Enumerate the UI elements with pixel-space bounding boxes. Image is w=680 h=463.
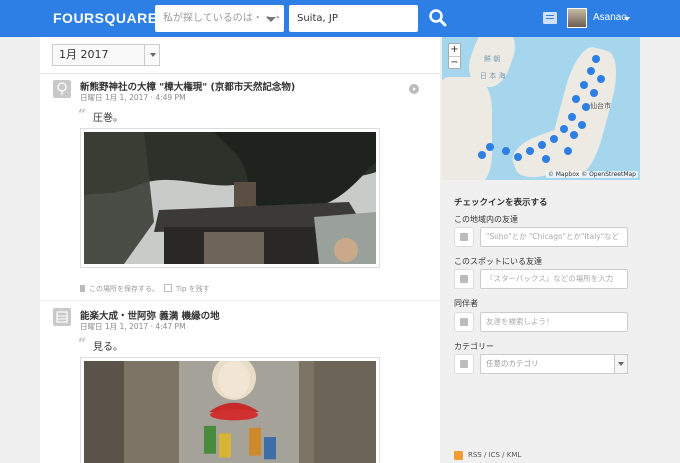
zoom-in-button[interactable]: + — [449, 44, 460, 56]
friends-spot-input[interactable]: 『スターバックス』などの場所を入力 — [480, 269, 628, 289]
theater-category-icon — [53, 308, 71, 326]
save-venue-label: この場所を保存する。 — [89, 285, 159, 293]
checkin-shout: 見る。 — [93, 342, 123, 353]
map-pin[interactable] — [578, 121, 586, 129]
map-zoom-control: + − — [448, 43, 461, 69]
map-pin[interactable] — [572, 95, 580, 103]
month-select-value: 1月 2017 — [59, 48, 109, 61]
top-navigation-bar: FOURSQUARE 私が探しているのは・・・ Suita, JP Asanao — [0, 0, 680, 37]
tree-photo-image — [84, 132, 376, 264]
map-label: 鮮 朝 — [484, 55, 501, 63]
map-pin[interactable] — [582, 103, 590, 111]
checkin-time[interactable]: 日曜日 1月 1, 2017 · 4:49 PM — [80, 92, 186, 103]
search-where-input[interactable]: Suita, JP — [289, 5, 418, 32]
leave-tip-link[interactable]: Tip を残す — [164, 284, 210, 294]
friends-area-input[interactable]: "Soho"とか "Chicago"とか"Italy"など — [480, 227, 628, 247]
map-pin[interactable] — [570, 131, 578, 139]
rss-icon — [454, 451, 463, 460]
quote-icon: “ — [78, 336, 87, 352]
map-pin[interactable] — [538, 141, 546, 149]
map-attribution[interactable]: © Mapbox © OpenStreetMap — [545, 171, 638, 178]
checkin-map[interactable]: 鮮 朝 日 本 海 仙台市 + − © Mapbox © OpenStreetM… — [442, 37, 640, 180]
tree-category-icon — [53, 80, 71, 98]
checkin-time[interactable]: 日曜日 1月 1, 2017 · 4:47 PM — [80, 321, 186, 332]
map-pin[interactable] — [568, 113, 576, 121]
map-label: 日 本 海 — [480, 72, 506, 80]
filter-heading: チェックインを表示する — [454, 198, 548, 208]
divider — [40, 300, 440, 301]
user-menu-chevron-icon[interactable] — [624, 17, 630, 21]
divider — [40, 73, 440, 74]
location-pin-icon — [454, 269, 474, 289]
map-icon — [454, 227, 474, 247]
rss-feed-link[interactable]: RSS / ICS / KML — [468, 451, 521, 459]
search-icon — [429, 9, 447, 27]
foursquare-logo[interactable]: FOURSQUARE — [53, 10, 158, 26]
map-pin[interactable] — [502, 147, 510, 155]
map-pin[interactable] — [580, 81, 588, 89]
chevron-down-icon[interactable] — [266, 17, 276, 22]
search-what-placeholder: 私が探しているのは・・・ — [163, 13, 283, 24]
search-button[interactable] — [426, 6, 450, 30]
search-what-input[interactable]: 私が探しているのは・・・ — [155, 5, 284, 32]
leave-tip-label: Tip を残す — [176, 285, 210, 293]
category-select-value: 任意のカテゴリ — [486, 359, 539, 368]
map-pin[interactable] — [526, 147, 534, 155]
save-venue-link[interactable]: この場所を保存する。 — [80, 284, 159, 294]
map-pin[interactable] — [564, 147, 572, 155]
user-name[interactable]: Asanao — [593, 12, 627, 23]
checkin-photo[interactable] — [80, 128, 380, 268]
map-label: 仙台市 — [590, 102, 611, 110]
quote-icon: “ — [78, 107, 87, 123]
map-pin[interactable] — [542, 155, 550, 163]
checkin-photo[interactable] — [80, 355, 380, 463]
fork-knife-icon — [454, 354, 474, 374]
pencil-icon — [164, 284, 172, 292]
companion-input[interactable]: 友達を検索しよう！ — [480, 312, 628, 332]
checkin-shout: 圧巻。 — [93, 113, 123, 124]
category-select[interactable]: 任意のカテゴリ — [480, 354, 628, 374]
map-pin[interactable] — [514, 153, 522, 161]
avatar[interactable] — [567, 8, 587, 28]
venue-name-link[interactable]: 能楽大成・世阿弥 義満 機縁の地 — [80, 308, 220, 322]
map-pin[interactable] — [550, 135, 558, 143]
bookmark-icon — [80, 285, 85, 292]
companion-label: 同伴者 — [454, 299, 478, 308]
map-pin[interactable] — [587, 67, 595, 75]
zoom-out-button[interactable]: − — [449, 56, 460, 68]
map-pin[interactable] — [486, 143, 494, 151]
land-area — [442, 77, 492, 180]
map-pin[interactable] — [592, 55, 600, 63]
user-icon — [454, 312, 474, 332]
venue-name-link[interactable]: 新熊野神社の大樟 "樟大権現" (京都市天然記念物) — [80, 79, 295, 93]
map-pin[interactable] — [478, 151, 486, 159]
noh-sign-photo-image — [84, 355, 376, 463]
map-pin[interactable] — [590, 89, 598, 97]
chevron-down-icon[interactable] — [144, 45, 159, 65]
friends-spot-label: このスポットにいる友達 — [454, 257, 542, 266]
filter-sidebar: 鮮 朝 日 本 海 仙台市 + − © Mapbox © OpenStreetM… — [442, 37, 640, 463]
month-select[interactable]: 1月 2017 — [52, 44, 160, 66]
friends-area-label: この地域内の友達 — [454, 215, 518, 224]
map-pin[interactable] — [560, 125, 568, 133]
checkin-history-panel: 1月 2017 新熊野神社の大樟 "樟大権現" (京都市天然記念物) 日曜日 1… — [40, 37, 440, 463]
chevron-right-icon[interactable] — [409, 84, 419, 94]
chevron-down-icon[interactable] — [614, 355, 627, 373]
notifications-icon[interactable] — [543, 12, 557, 24]
category-label: カテゴリー — [454, 342, 494, 351]
map-pin[interactable] — [597, 75, 605, 83]
